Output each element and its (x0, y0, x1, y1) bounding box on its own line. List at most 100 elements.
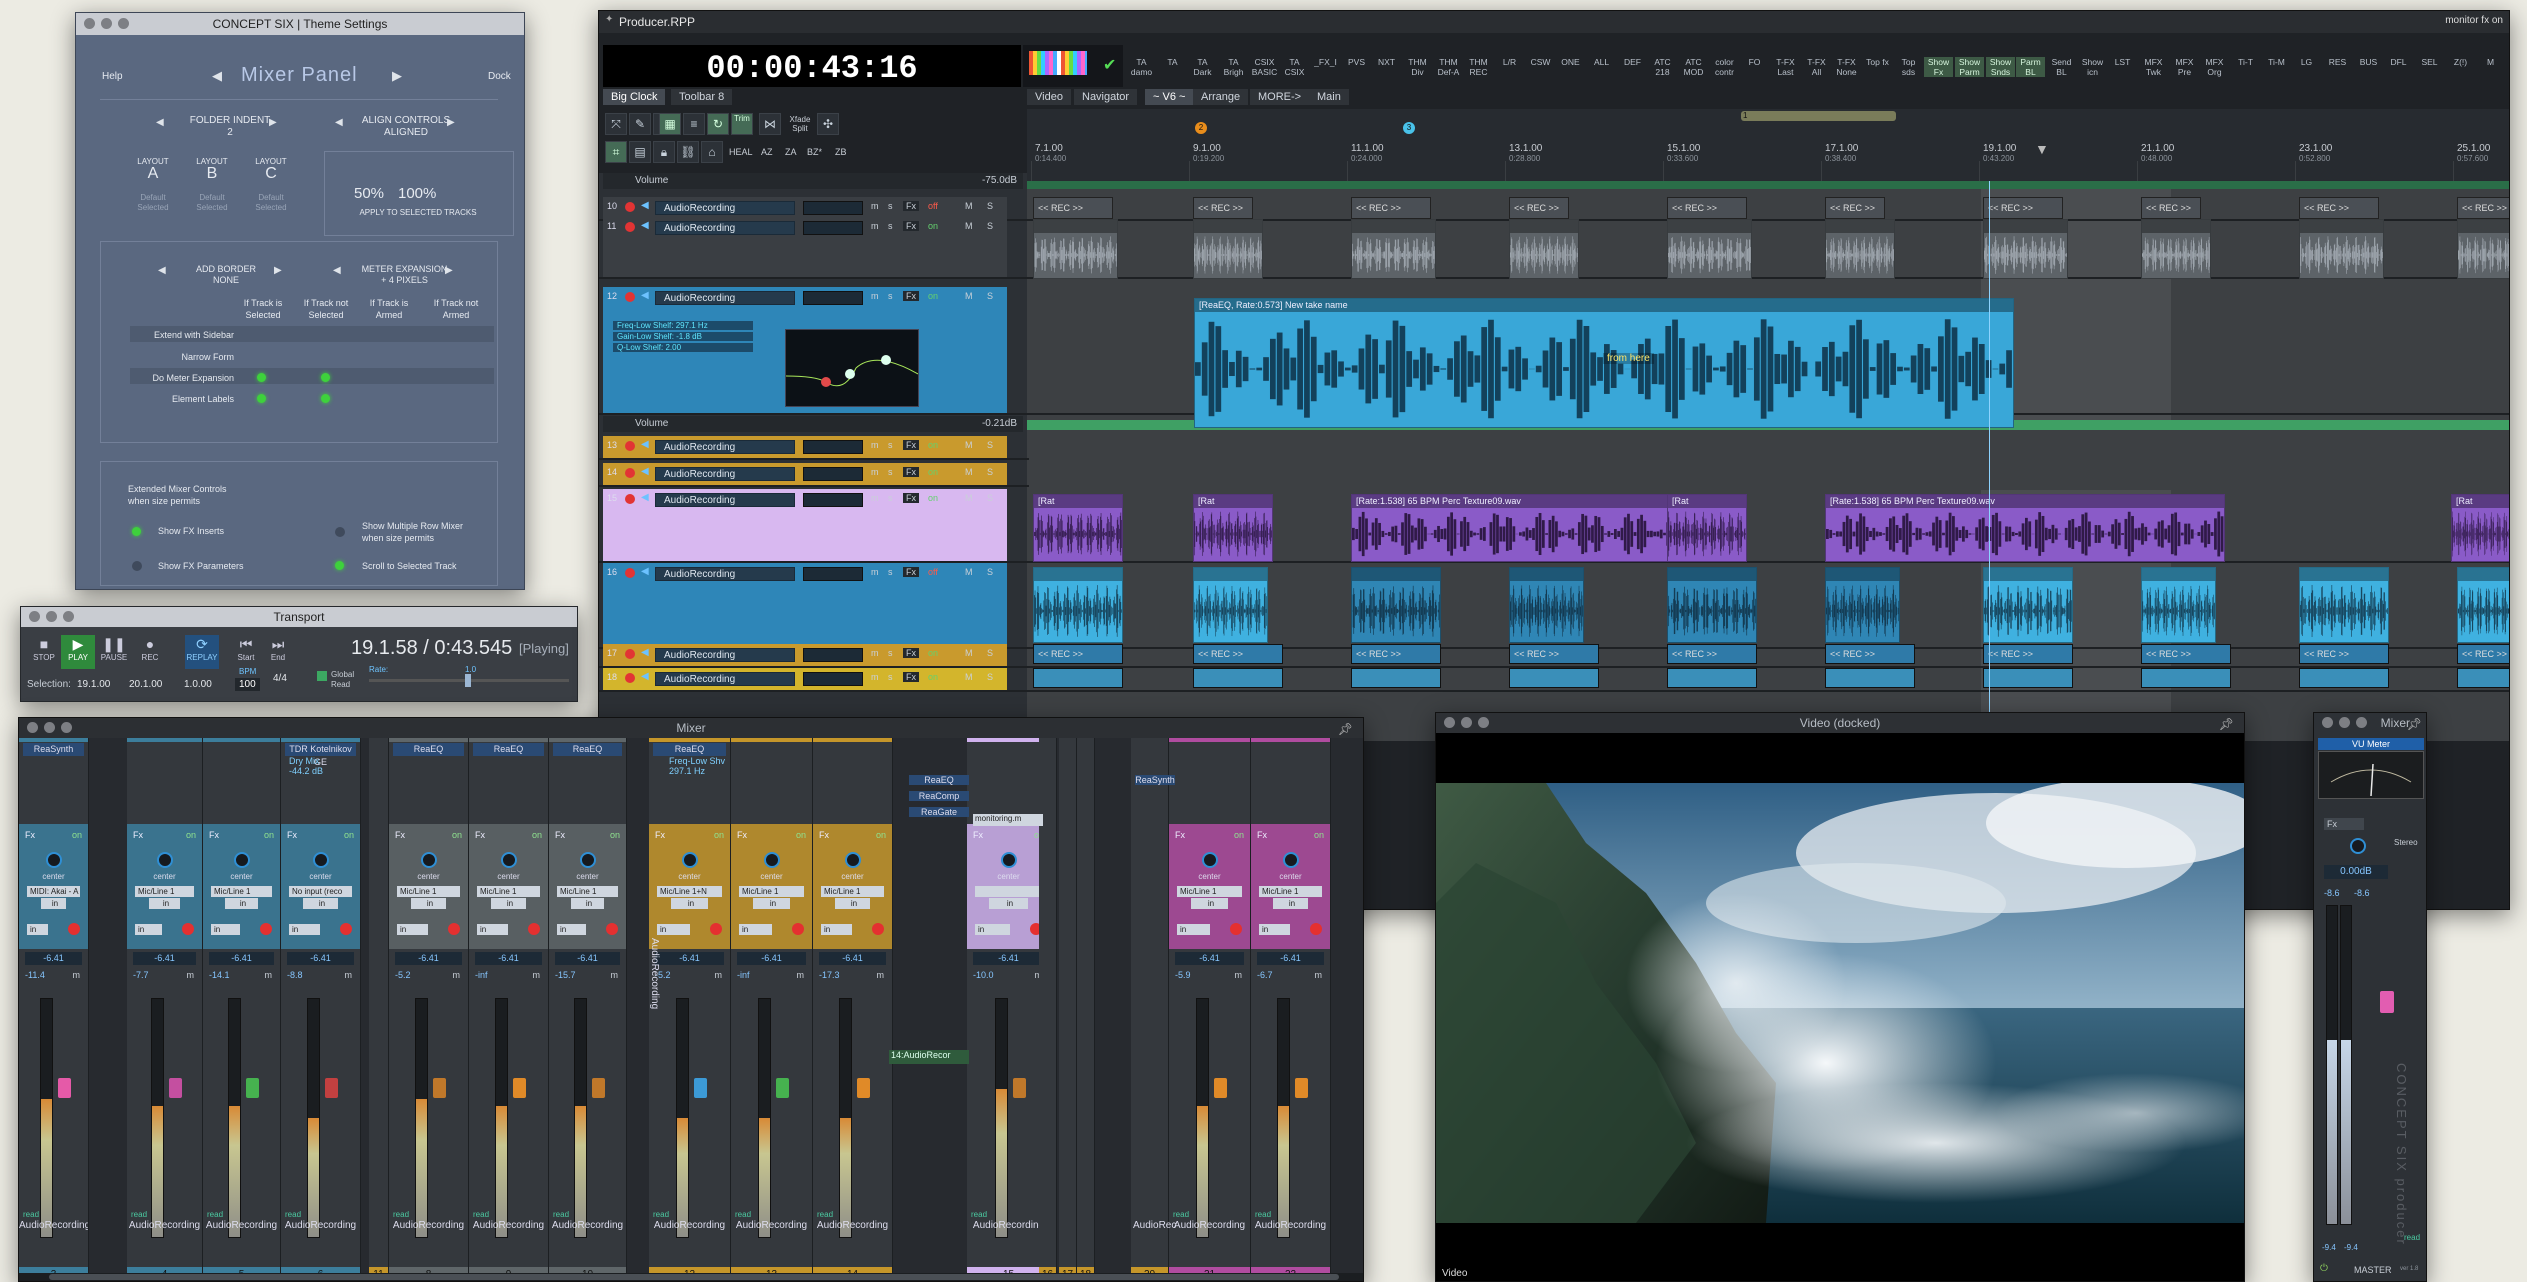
input-selector[interactable]: Mic/Line 1 (1259, 886, 1322, 897)
pan-knob[interactable] (580, 852, 596, 868)
pan-knob[interactable] (421, 852, 437, 868)
border-left-icon[interactable]: ◀ (158, 265, 166, 276)
input-selector[interactable]: Mic/Line 1+N (657, 886, 722, 897)
fx-insert[interactable]: ReaEQ (473, 743, 544, 756)
volume-fader[interactable] (325, 1078, 338, 1098)
toolbar-button-12[interactable]: L/R (1495, 57, 1524, 67)
fx-button[interactable]: Fx (903, 467, 919, 477)
record-arm-icon[interactable] (625, 292, 635, 302)
solo-button-2[interactable]: S (987, 291, 993, 301)
volume-fader[interactable] (513, 1078, 526, 1098)
fx-state[interactable]: on (928, 672, 938, 682)
fx-on-button[interactable]: on (452, 830, 462, 840)
next-panel-icon[interactable]: ▶ (392, 68, 402, 84)
volume-slider[interactable] (803, 648, 863, 662)
out-selector[interactable]: in (1177, 924, 1210, 935)
audio-clip[interactable] (2457, 219, 2509, 279)
mute-button[interactable]: m (871, 201, 879, 211)
clip-18[interactable] (2457, 668, 2509, 688)
monitor-in-selector[interactable]: in (149, 898, 180, 909)
mute-button[interactable]: m (453, 970, 461, 980)
monitor-in-selector[interactable]: in (303, 898, 338, 909)
minimize-dot-icon[interactable] (46, 611, 57, 622)
input-selector[interactable]: No input (reco (289, 886, 352, 897)
pan-knob[interactable] (764, 852, 780, 868)
volume-readout[interactable]: -6.41 (287, 952, 354, 965)
mute-button[interactable]: m (871, 493, 879, 503)
toolbar-button-1[interactable]: TA (1158, 57, 1187, 67)
automation-mode[interactable]: read (971, 1210, 987, 1219)
fx-button[interactable]: Fx (1175, 830, 1185, 840)
window-menu-icon[interactable]: ✦ (605, 14, 613, 25)
fx-button[interactable]: Fx (903, 493, 919, 503)
monitoring-selector[interactable]: monitoring.m (973, 814, 1043, 826)
solo-button-2[interactable]: S (987, 672, 993, 682)
track-name[interactable]: AudioRecording (655, 291, 795, 305)
fx-state[interactable]: on (928, 467, 938, 477)
playhead-icon[interactable]: ▼ (2035, 141, 2049, 157)
audio-clip[interactable] (2299, 219, 2384, 279)
out-selector[interactable]: in (211, 924, 240, 935)
volume-fader[interactable] (58, 1078, 71, 1098)
fx-button[interactable]: Fx (1257, 830, 1267, 840)
audio-clip[interactable] (1509, 219, 1579, 279)
perc-clip[interactable]: [Rate:1.538] 65 BPM Perc Texture09.wav (1825, 494, 2225, 562)
mixer-strip-6[interactable]: TDR Kotelnikov GE Fx on center No input (rec… (281, 738, 361, 1281)
monitor-in-selector[interactable]: in (835, 898, 870, 909)
mute-button-2[interactable]: M (965, 291, 973, 301)
strip-name[interactable]: AudioRec (1133, 1220, 1176, 1231)
volume-envelope-row-1[interactable]: Volume -75.0dB (603, 173, 1023, 189)
input-selector[interactable]: Mic/Line 1 (821, 886, 884, 897)
pan-knob[interactable] (157, 852, 173, 868)
toolbar-button-18[interactable]: ATC MOD (1679, 57, 1708, 77)
speaker-icon[interactable]: ◀ (641, 466, 649, 477)
strip-name[interactable]: AudioRecording (649, 1220, 730, 1231)
solo-button[interactable]: s (888, 648, 893, 658)
tab-navigator[interactable]: Navigator (1074, 89, 1138, 105)
move-tool-icon[interactable]: ⤧ (605, 113, 627, 135)
fx-button[interactable]: Fx (903, 440, 919, 450)
toolbar-button-4[interactable]: CSIX BASIC (1250, 57, 1279, 77)
track-name[interactable]: AudioRecording (655, 221, 795, 235)
fx-insert[interactable]: TDR Kotelnikov GE (285, 743, 356, 767)
track-name[interactable]: AudioRecording (655, 493, 795, 507)
fx-on-button[interactable]: on (532, 830, 542, 840)
speaker-icon[interactable]: ◀ (641, 290, 649, 301)
toolbar-button-11[interactable]: THM REC (1464, 57, 1493, 77)
master-titlebar[interactable]: Mixer 📌︎ (2314, 713, 2426, 733)
volume-readout[interactable]: -6.41 (973, 952, 1044, 965)
pan-knob[interactable] (234, 852, 250, 868)
strip-name[interactable]: AudioRecording (469, 1220, 548, 1231)
rec-clip[interactable]: << REC >> (1193, 644, 1283, 664)
toolbar-button-41[interactable]: DFL (2384, 57, 2413, 67)
go-end-button[interactable]: ⏭ End (261, 635, 295, 669)
ripple-edit-icon[interactable]: ≡ (683, 113, 705, 135)
automation-mode[interactable]: read (23, 1210, 39, 1219)
toolbar-button-17[interactable]: ATC 218 (1648, 57, 1677, 77)
clip-18[interactable] (2299, 668, 2389, 688)
border-right-icon[interactable]: ▶ (274, 265, 282, 276)
track-row-15[interactable]: 15 ◀ AudioRecording m s Fx on M S (603, 489, 1007, 561)
fx-on-button[interactable]: on (72, 830, 82, 840)
monitor-in-selector[interactable]: in (989, 898, 1028, 909)
volume-slider[interactable] (803, 221, 863, 235)
loop-region[interactable] (1741, 111, 1896, 121)
mute-button[interactable]: m (871, 648, 879, 658)
zoom-dot-icon[interactable] (118, 18, 129, 29)
toolbar-button-43[interactable]: Z(!) (2446, 57, 2475, 67)
pan-knob[interactable] (845, 852, 861, 868)
meter-exp-not-selected-led[interactable] (321, 373, 330, 382)
strip-name[interactable]: AudioRecording (813, 1220, 892, 1231)
vu-meter-plugin[interactable]: VU Meter (2318, 738, 2424, 750)
out-selector[interactable]: in (739, 924, 772, 935)
record-arm-icon[interactable] (625, 441, 635, 451)
audio-clip[interactable] (1825, 219, 1895, 279)
mute-button[interactable]: m (877, 970, 885, 980)
heal-button[interactable]: HEAL (729, 147, 753, 157)
pencil-tool-icon[interactable]: ✎ (629, 113, 651, 135)
rec-clip[interactable]: << REC >> (2457, 644, 2509, 664)
toolbar-button-23[interactable]: T-FX None (1832, 57, 1861, 77)
solo-button[interactable]: s (888, 221, 893, 231)
volume-slider[interactable] (803, 493, 863, 507)
volume-fader[interactable] (1214, 1078, 1227, 1098)
